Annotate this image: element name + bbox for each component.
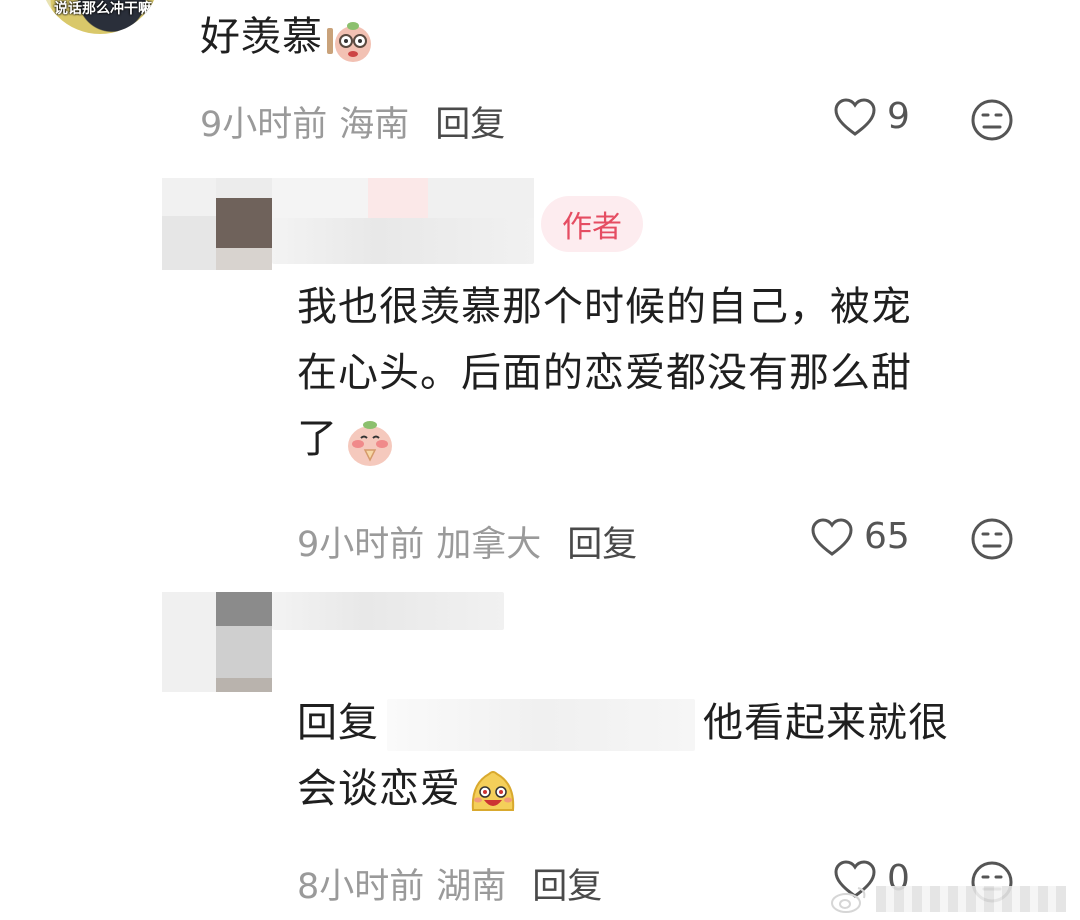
like-button[interactable]: 9: [833, 96, 910, 137]
watermark: [830, 884, 1066, 914]
reply-text-line: 回复 他看起来就很: [297, 690, 1037, 756]
peach-pray-emoji: [342, 414, 398, 468]
reply-time: 8小时前: [297, 867, 425, 907]
comment-location: 海南: [339, 105, 410, 145]
reply-text-tail: 会谈恋爱: [297, 766, 461, 812]
reply-text-line: 在心头。后面的恋爱都没有那么甜: [297, 350, 912, 396]
author-badge: 作者: [541, 196, 643, 252]
like-count: 65: [864, 516, 910, 557]
comment-text: 好羡慕: [200, 4, 375, 70]
reply-location: 湖南: [436, 867, 507, 907]
reply-avatar[interactable]: [162, 178, 272, 270]
reply-meta: 9小时前 加拿大 回复: [297, 516, 637, 567]
reply-location: 加拿大: [436, 525, 542, 565]
reply-username-redacted[interactable]: [272, 178, 534, 264]
reply-text-line: 我也很羡慕那个时候的自己，被宠: [297, 284, 912, 330]
reply-button[interactable]: 回复: [435, 105, 505, 145]
reply-button[interactable]: 回复: [532, 867, 602, 907]
reply-prefix: 回复: [297, 700, 379, 746]
mention-redacted[interactable]: [387, 699, 695, 751]
weibo-logo: [831, 887, 866, 913]
dislike-face-icon: [971, 518, 1013, 560]
dislike-button[interactable]: [970, 517, 1014, 565]
peach-glasses-emoji: [325, 14, 375, 64]
like-count: 9: [887, 96, 910, 137]
reply-text: 回复 他看起来就很 会谈恋爱: [297, 690, 1037, 822]
reply-text-line-last: 会谈恋爱: [297, 756, 1037, 822]
commenter-avatar[interactable]: 说话那么冲干嘛: [40, 0, 160, 34]
dislike-face-icon: [971, 99, 1013, 141]
reply-text-tail: 了: [297, 416, 338, 462]
reply-avatar[interactable]: [162, 592, 272, 692]
laughing-blob-emoji: [465, 764, 521, 818]
reply-time: 9小时前: [297, 525, 425, 565]
reply-text-line-last: 了: [297, 406, 1037, 472]
reply-username-redacted[interactable]: [272, 592, 504, 630]
reply-text: 我也很羡慕那个时候的自己，被宠 在心头。后面的恋爱都没有那么甜 了: [297, 274, 1037, 472]
reply-text-body: 他看起来就很: [703, 700, 949, 746]
heart-icon: [834, 97, 876, 136]
like-button[interactable]: 65: [810, 516, 910, 557]
heart-icon: [811, 517, 853, 556]
comment-text-body: 好羡慕: [200, 14, 323, 60]
comment-meta: 9小时前 海南 回复: [200, 96, 505, 147]
avatar-caption: 说话那么冲干嘛: [54, 1, 152, 17]
dislike-button[interactable]: [970, 98, 1014, 146]
reply-meta: 8小时前 湖南 回复: [297, 858, 602, 909]
watermark-redacted: [876, 886, 1066, 912]
comment-time: 9小时前: [200, 105, 328, 145]
reply-button[interactable]: 回复: [567, 525, 637, 565]
